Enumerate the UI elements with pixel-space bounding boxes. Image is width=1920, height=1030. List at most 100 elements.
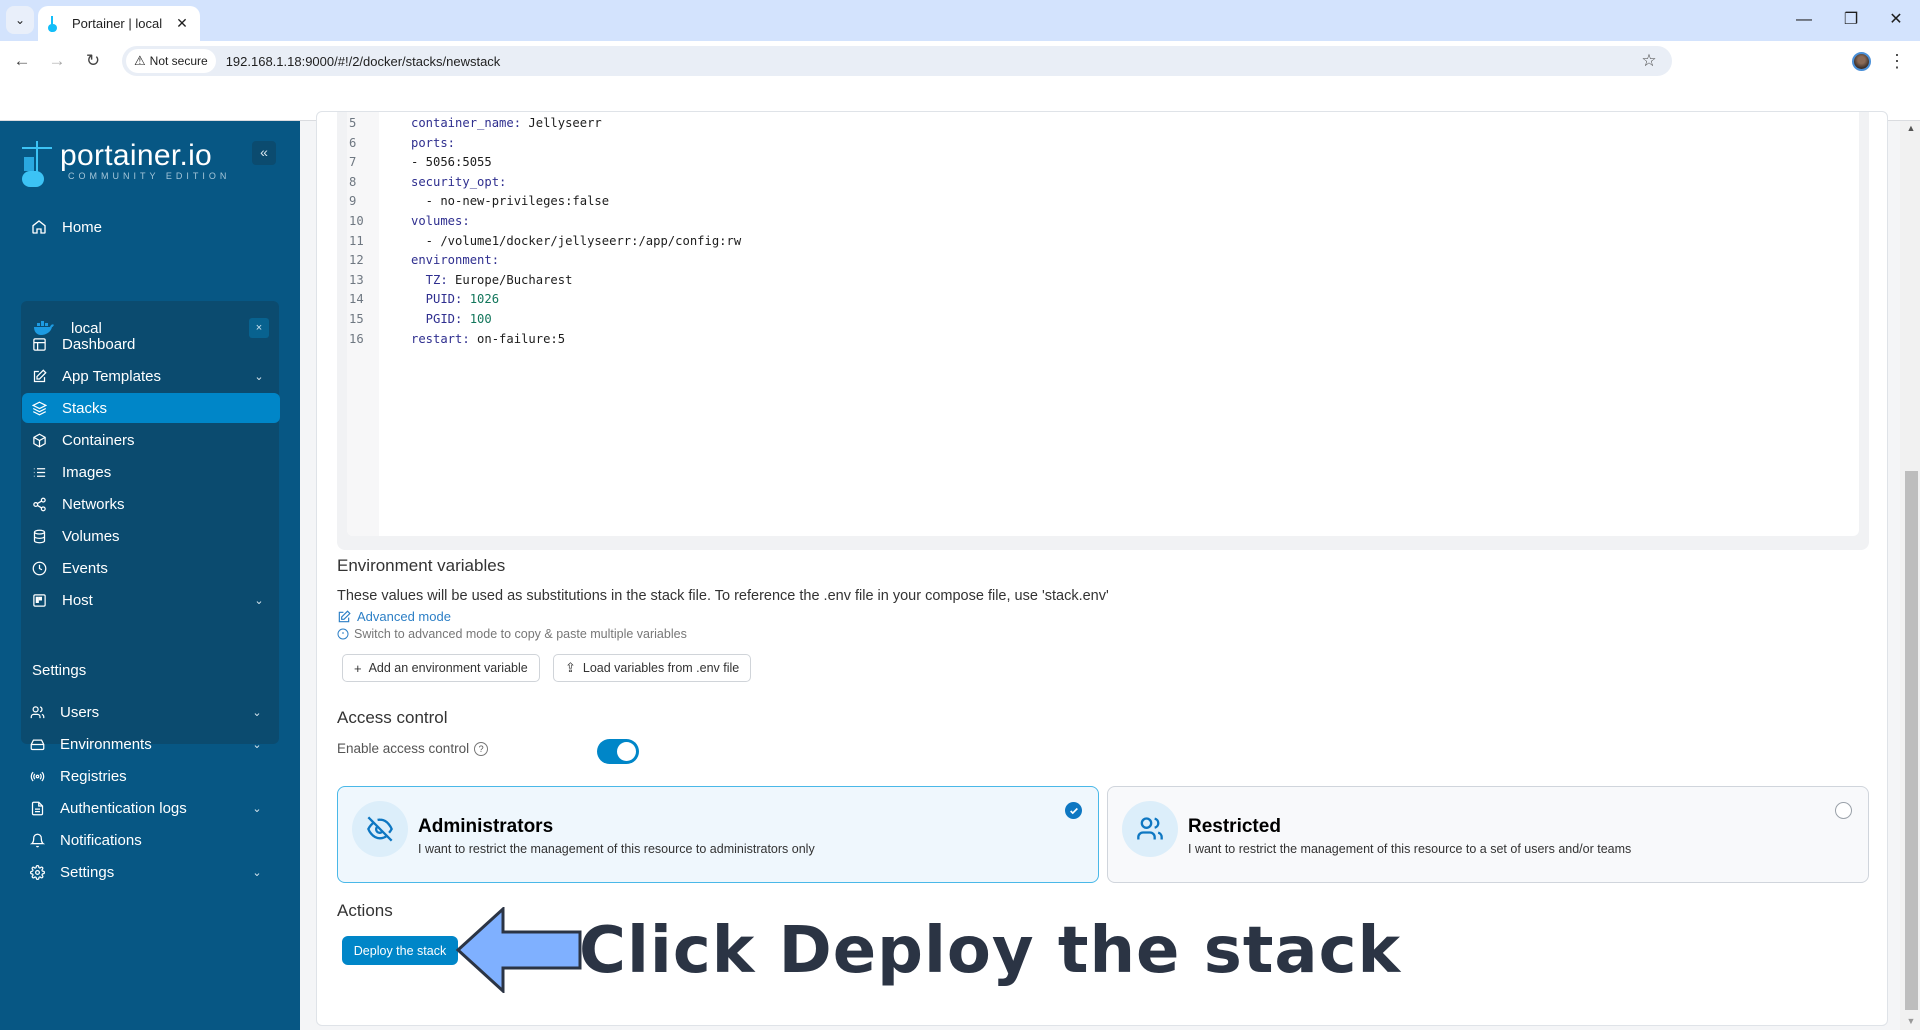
advanced-mode-link[interactable]: Advanced mode xyxy=(337,609,451,624)
button-label: Add an environment variable xyxy=(369,661,528,675)
create-stack-card: 5container_name: Jellyseerr6ports:7- 505… xyxy=(316,111,1888,1026)
radio-button[interactable] xyxy=(1835,802,1852,819)
sidebar-item-app-templates[interactable]: App Templates ⌄ xyxy=(22,361,280,391)
settings-section-title: Settings xyxy=(32,662,86,679)
code-text: security_opt: xyxy=(411,173,506,193)
warning-icon: ⚠ xyxy=(134,53,146,69)
sidebar-item-networks[interactable]: Networks xyxy=(22,489,280,519)
scroll-up-arrow-icon[interactable]: ▲ xyxy=(1905,123,1917,135)
browser-tab[interactable]: Portainer | local ✕ xyxy=(38,6,200,41)
sidebar-item-registries[interactable]: Registries xyxy=(20,761,278,791)
users-icon xyxy=(1122,801,1178,857)
sidebar-item-label: Notifications xyxy=(60,832,278,849)
line-number: 10 xyxy=(349,212,377,232)
sidebar-item-stacks[interactable]: Stacks xyxy=(22,393,280,423)
code-text: - /volume1/docker/jellyseerr:/app/config… xyxy=(411,232,741,252)
load-env-file-button[interactable]: ⇪ Load variables from .env file xyxy=(553,654,751,682)
security-indicator[interactable]: ⚠ Not secure xyxy=(126,49,216,73)
host-icon xyxy=(30,591,48,609)
label-text: Enable access control xyxy=(337,741,469,756)
browser-toolbar: ← → ↻ ⚠ Not secure 192.168.1.18:9000/#!/… xyxy=(0,41,1920,81)
chevron-down-icon[interactable]: ⌄ xyxy=(250,706,264,719)
chevron-down-icon[interactable]: ⌄ xyxy=(250,738,264,751)
sidebar-item-label: Volumes xyxy=(62,528,280,545)
web-editor[interactable]: 5container_name: Jellyseerr6ports:7- 505… xyxy=(347,112,1859,536)
option-description: I want to restrict the management of thi… xyxy=(418,842,815,856)
collapse-sidebar-button[interactable]: « xyxy=(252,141,276,165)
logo-subtitle: COMMUNITY EDITION xyxy=(68,171,230,181)
scrollbar-thumb[interactable] xyxy=(1905,471,1918,1010)
file-text-icon xyxy=(28,799,46,817)
option-title: Administrators xyxy=(418,816,553,838)
sidebar-item-host[interactable]: Host ⌄ xyxy=(22,585,280,615)
code-text: volumes: xyxy=(411,212,470,232)
browser-menu-icon[interactable]: ⋮ xyxy=(1888,50,1904,72)
chevron-down-icon: ⌄ xyxy=(15,13,25,27)
chevron-down-icon[interactable]: ⌄ xyxy=(250,866,264,879)
chevron-down-icon[interactable]: ⌄ xyxy=(250,802,264,815)
chevron-down-icon[interactable]: ⌄ xyxy=(252,594,266,607)
sidebar-item-authentication-logs[interactable]: Authentication logs ⌄ xyxy=(20,793,278,823)
code-text: - 5056:5055 xyxy=(411,153,492,173)
add-env-variable-button[interactable]: + Add an environment variable xyxy=(342,654,540,682)
arrow-right-icon: → xyxy=(49,51,66,70)
bell-icon xyxy=(28,831,46,849)
code-text: environment: xyxy=(411,251,499,271)
window-close-button[interactable]: ✕ xyxy=(1876,8,1916,32)
sidebar-item-label: Containers xyxy=(62,432,280,449)
reload-button[interactable]: ↻ xyxy=(79,49,107,73)
url-text[interactable]: 192.168.1.18:9000/#!/2/docker/stacks/new… xyxy=(226,54,1634,69)
web-editor-container: 5container_name: Jellyseerr6ports:7- 505… xyxy=(337,112,1869,550)
line-number: 12 xyxy=(349,251,377,271)
sidebar-item-environments[interactable]: Environments ⌄ xyxy=(20,729,278,759)
sidebar-item-users[interactable]: Users ⌄ xyxy=(20,697,278,727)
administrators-option[interactable]: Administrators I want to restrict the ma… xyxy=(337,786,1099,883)
back-button[interactable]: ← xyxy=(8,49,36,73)
reload-icon: ↻ xyxy=(86,51,100,70)
address-bar[interactable]: ⚠ Not secure 192.168.1.18:9000/#!/2/dock… xyxy=(122,46,1672,76)
sidebar-item-volumes[interactable]: Volumes xyxy=(22,521,280,551)
deploy-stack-button[interactable]: Deploy the stack xyxy=(342,936,458,965)
tab-search-button[interactable]: ⌄ xyxy=(6,6,34,34)
sidebar-item-label: Settings xyxy=(60,864,250,881)
line-number: 11 xyxy=(349,232,377,252)
sidebar-item-events[interactable]: Events xyxy=(22,553,280,583)
users-icon xyxy=(28,703,46,721)
sidebar-item-notifications[interactable]: Notifications xyxy=(20,825,278,855)
security-label: Not secure xyxy=(150,54,208,68)
advanced-mode-hint: Switch to advanced mode to copy & paste … xyxy=(337,627,687,641)
restricted-option[interactable]: Restricted I want to restrict the manage… xyxy=(1107,786,1869,883)
sidebar: portainer.io COMMUNITY EDITION « Home lo… xyxy=(0,121,300,1030)
option-description: I want to restrict the management of thi… xyxy=(1188,842,1631,856)
hint-text: Switch to advanced mode to copy & paste … xyxy=(354,627,687,641)
tab-close-button[interactable]: ✕ xyxy=(174,15,190,32)
dashboard-icon xyxy=(30,335,48,353)
sidebar-item-label: App Templates xyxy=(62,368,252,385)
profile-avatar[interactable] xyxy=(1852,52,1871,71)
minimize-button[interactable]: — xyxy=(1784,8,1824,32)
help-circle-icon[interactable]: ? xyxy=(474,742,488,756)
tab-title: Portainer | local xyxy=(72,16,174,31)
page-scrollbar[interactable]: ▲ ▼ xyxy=(1900,121,1920,1030)
radio-icon xyxy=(28,767,46,785)
sidebar-item-dashboard[interactable]: Dashboard xyxy=(22,329,280,359)
portainer-logo[interactable]: portainer.io COMMUNITY EDITION xyxy=(20,141,230,189)
sidebar-item-images[interactable]: Images xyxy=(22,457,280,487)
line-number: 6 xyxy=(349,134,377,154)
sidebar-item-home[interactable]: Home xyxy=(22,212,280,242)
bookmark-star-icon[interactable]: ☆ xyxy=(1634,51,1664,71)
code-text: TZ: Europe/Bucharest xyxy=(411,271,572,291)
access-control-toggle[interactable] xyxy=(597,739,639,764)
sidebar-item-settings[interactable]: Settings ⌄ xyxy=(20,857,278,887)
sidebar-item-label: Networks xyxy=(62,496,280,513)
clock-icon xyxy=(30,559,48,577)
share-icon xyxy=(30,495,48,513)
scroll-down-arrow-icon[interactable]: ▼ xyxy=(1905,1016,1917,1028)
edit-icon xyxy=(30,367,48,385)
forward-button[interactable]: → xyxy=(43,49,71,73)
restore-button[interactable]: ❐ xyxy=(1831,8,1871,32)
line-number: 16 xyxy=(349,330,377,350)
sidebar-item-containers[interactable]: Containers xyxy=(22,425,280,455)
hard-drive-icon xyxy=(28,735,46,753)
chevron-down-icon[interactable]: ⌄ xyxy=(252,370,266,383)
